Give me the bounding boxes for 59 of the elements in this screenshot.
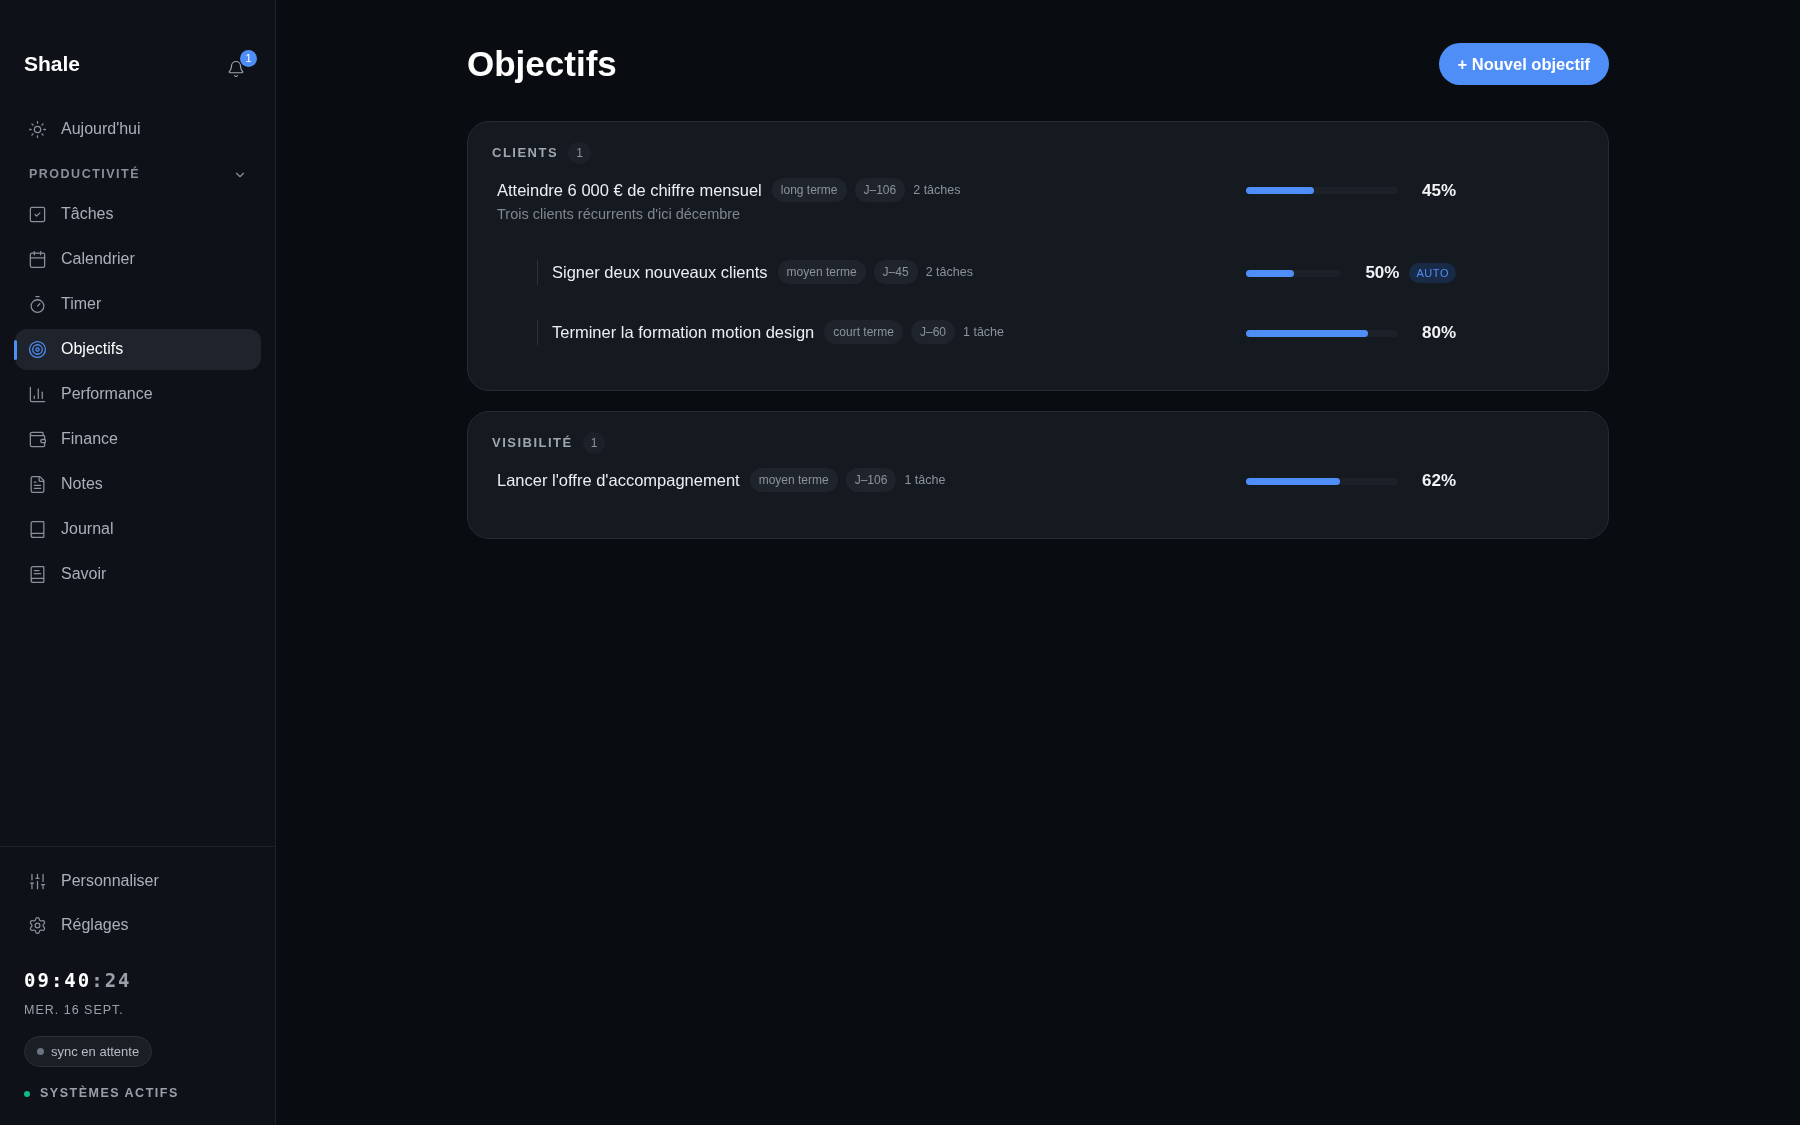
sliders-icon (28, 871, 47, 891)
nav-item[interactable]: Performance (15, 373, 261, 415)
notification-badge: 1 (240, 49, 257, 67)
horizon-tag: moyen terme (777, 260, 866, 285)
clock: 09:40:24 (24, 967, 132, 993)
auto-badge: AUTO (1409, 262, 1456, 284)
horizon-tag: moyen terme (749, 468, 838, 493)
checkbox-icon (28, 204, 47, 224)
nav-item[interactable]: Personnaliser (15, 860, 261, 902)
group-title: VISIBILITÉ (492, 434, 573, 453)
progress-percent: 62% (1421, 470, 1456, 493)
goal-title: Atteindre 6 000 € de chiffre mensuel (497, 179, 762, 201)
deadline-tag: J–60 (911, 320, 955, 345)
group-count: 1 (568, 141, 591, 164)
stopwatch-icon (28, 294, 47, 314)
goal-description: Trois clients récurrents d'ici décembre (497, 205, 742, 225)
settings-icon (28, 915, 47, 935)
nav-item[interactable]: Réglages (15, 904, 261, 946)
nav-item[interactable]: Savoir (15, 553, 261, 595)
document-icon (28, 474, 47, 494)
wallet-icon (28, 429, 47, 449)
task-count: 2 tâches (925, 264, 973, 281)
progress-percent: 45% (1421, 179, 1456, 202)
book-icon (28, 519, 47, 539)
progress-percent: 80% (1421, 322, 1456, 345)
nav-item[interactable]: Timer (15, 283, 261, 325)
sun-icon (28, 119, 47, 139)
task-count: 1 tâche (963, 324, 1005, 341)
task-count: 1 tâche (904, 472, 946, 489)
nav-item[interactable]: Calendrier (15, 238, 261, 280)
nav-item[interactable]: Aujourd'hui (15, 108, 261, 150)
app-logo: Shale (24, 51, 81, 77)
target-icon (28, 339, 47, 359)
date-label: MER. 16 SEPT. (24, 1002, 124, 1019)
nav-item[interactable]: Objectifs (15, 328, 261, 370)
deadline-tag: J–106 (845, 468, 897, 493)
page-title: Objectifs (467, 43, 617, 85)
progress-percent: 50% (1365, 262, 1400, 285)
horizon-tag: long terme (771, 177, 847, 202)
calendar-icon (28, 249, 47, 269)
nav-item[interactable]: Tâches (15, 193, 261, 235)
bell-icon (227, 59, 245, 78)
goal-title: Terminer la formation motion design (552, 322, 815, 343)
book-icon (28, 564, 47, 584)
deadline-tag: J–106 (854, 177, 906, 202)
goal-title: Lancer l'offre d'accompagnement (497, 470, 740, 491)
group-title: CLIENTS (492, 143, 559, 162)
task-count: 2 tâches (913, 181, 961, 199)
section-header[interactable]: PRODUCTIVITÉ (15, 159, 261, 190)
system-status-label: SYSTÈMES ACTIFS (40, 1084, 179, 1103)
nav-item[interactable]: Journal (15, 508, 261, 550)
horizon-tag: court terme (824, 320, 903, 345)
nav-item[interactable]: Finance (15, 418, 261, 460)
sync-status-label: sync en attente (51, 1042, 140, 1061)
group-count: 1 (582, 432, 606, 454)
deadline-tag: J–45 (873, 260, 918, 285)
goal-title: Signer deux nouveaux clients (552, 262, 768, 283)
nav-item[interactable]: Notes (15, 463, 261, 505)
bar-chart-icon (28, 384, 47, 404)
